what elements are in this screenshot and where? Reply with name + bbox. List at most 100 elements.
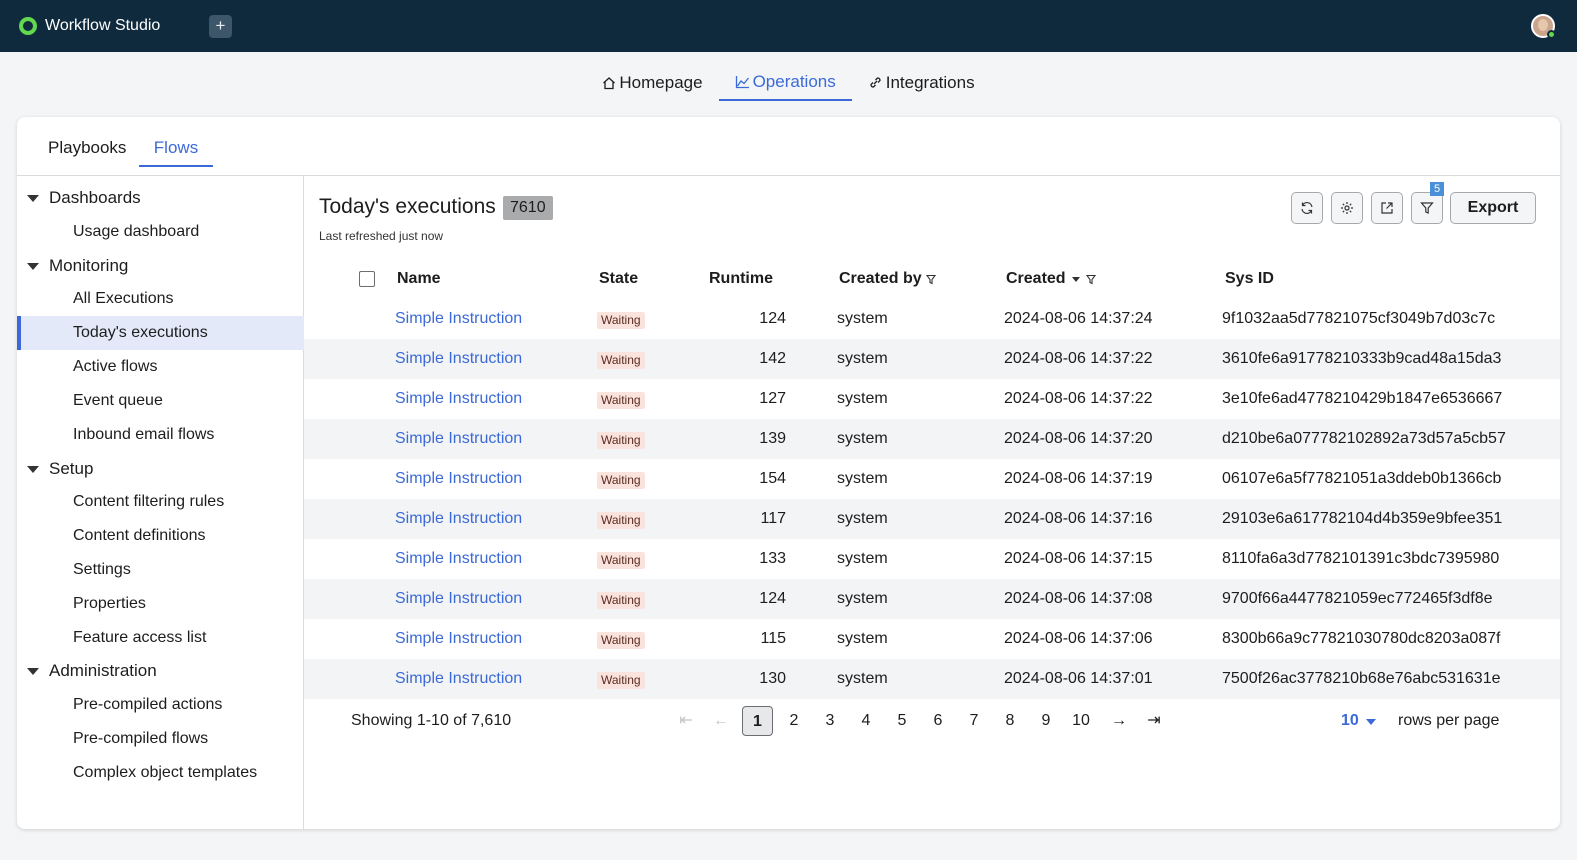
created-cell: 2024-08-06 14:37:15 [1004, 550, 1153, 567]
runtime-cell: 117 [760, 510, 786, 527]
first-page-button[interactable]: ⇤ [674, 706, 698, 736]
column-header-sys-id[interactable]: Sys ID [1225, 259, 1274, 299]
flow-name-link[interactable]: Simple Instruction [395, 579, 522, 619]
runtime-cell: 142 [759, 350, 786, 367]
sys-id-cell: d210be6a077782102892a73d57a5cb57 [1222, 430, 1506, 447]
sys-id-cell: 8110fa6a3d7782101391c3bdc7395980 [1222, 550, 1500, 567]
rows-per-page-select[interactable]: 10 [1341, 712, 1359, 730]
filter-icon[interactable] [1085, 274, 1096, 285]
flow-name-link[interactable]: Simple Instruction [395, 459, 522, 499]
filter-button[interactable] [1411, 192, 1443, 224]
online-status-icon [1547, 30, 1556, 39]
nav-operations[interactable]: Operations [718, 64, 852, 101]
sys-id-cell: 3e10fe6ad4778210429b1847e6536667 [1222, 390, 1503, 407]
filter-icon[interactable] [925, 274, 936, 285]
app-name: Workflow Studio [45, 17, 161, 34]
sidebar-item-usage-dashboard[interactable]: Usage dashboard [17, 215, 304, 249]
sidebar-item-active-flows[interactable]: Active flows [17, 350, 304, 384]
select-all-checkbox[interactable] [359, 271, 375, 287]
created-cell: 2024-08-06 14:37:24 [1004, 310, 1153, 327]
sidebar-item-content-filtering-rules[interactable]: Content filtering rules [17, 485, 304, 519]
sidebar-item-inbound-email-flows[interactable]: Inbound email flows [17, 418, 304, 452]
table-row[interactable]: Simple Instruction Waiting 117 system 2024-0… [304, 499, 1560, 539]
flow-name-link[interactable]: Simple Instruction [395, 619, 522, 659]
table-row[interactable]: Simple Instruction Waiting 133 system 2024-0… [304, 539, 1560, 579]
flow-name-link[interactable]: Simple Instruction [395, 299, 522, 339]
flow-name-link[interactable]: Simple Instruction [395, 419, 522, 459]
created-by-cell: system [837, 670, 888, 687]
sidebar-item-feature-access-list[interactable]: Feature access list [17, 621, 304, 655]
page-7-button[interactable]: 7 [962, 706, 986, 736]
last-refreshed-text: Last refreshed just now [319, 229, 444, 243]
created-by-cell: system [837, 470, 888, 487]
sidebar-group-administration[interactable]: Administration [17, 654, 304, 688]
sidebar-group-setup[interactable]: Setup [17, 452, 304, 486]
table-row[interactable]: Simple Instruction Waiting 142 system 2024-0… [304, 339, 1560, 379]
new-tab-button[interactable]: + [209, 15, 232, 38]
column-header-name[interactable]: Name [397, 259, 441, 299]
sidebar-item-event-queue[interactable]: Event queue [17, 384, 304, 418]
flow-name-link[interactable]: Simple Instruction [395, 499, 522, 539]
sidebar-item-content-definitions[interactable]: Content definitions [17, 519, 304, 553]
page-2-button[interactable]: 2 [782, 706, 806, 736]
table-row[interactable]: Simple Instruction Waiting 115 system 2024-0… [304, 619, 1560, 659]
table-row[interactable]: Simple Instruction Waiting 124 system 2024-0… [304, 299, 1560, 339]
column-header-runtime[interactable]: Runtime [709, 259, 773, 299]
sort-down-icon[interactable] [1071, 275, 1081, 283]
settings-button[interactable] [1331, 192, 1363, 224]
sidebar-group-dashboards[interactable]: Dashboards [17, 181, 304, 215]
next-page-button[interactable]: → [1107, 706, 1131, 736]
flow-name-link[interactable]: Simple Instruction [395, 539, 522, 579]
chevron-down-icon[interactable] [1366, 719, 1376, 725]
page-10-button[interactable]: 10 [1069, 706, 1093, 736]
page-9-button[interactable]: 9 [1034, 706, 1058, 736]
column-header-state[interactable]: State [599, 259, 638, 299]
table-row[interactable]: Simple Instruction Waiting 139 system 2024-0… [304, 419, 1560, 459]
tab-flows[interactable]: Flows [139, 138, 213, 167]
runtime-cell: 127 [759, 390, 786, 407]
page-1-button[interactable]: 1 [742, 706, 773, 736]
created-by-cell: system [837, 510, 888, 527]
prev-page-button[interactable]: ← [709, 706, 733, 736]
column-header-label: Runtime [709, 270, 773, 287]
tab-playbooks[interactable]: Playbooks [48, 138, 126, 167]
sidebar-item-pre-compiled-actions[interactable]: Pre-compiled actions [17, 688, 304, 722]
brand[interactable]: Workflow Studio [19, 17, 160, 35]
flow-name-link[interactable]: Simple Instruction [395, 659, 522, 699]
flow-name-link[interactable]: Simple Instruction [395, 339, 522, 379]
flow-name-link[interactable]: Simple Instruction [395, 379, 522, 419]
refresh-icon [1301, 202, 1313, 214]
page-3-button[interactable]: 3 [818, 706, 842, 736]
page-4-button[interactable]: 4 [854, 706, 878, 736]
nav-integrations-label: Integrations [885, 72, 975, 92]
avatar[interactable] [1531, 14, 1556, 39]
nav-integrations[interactable]: Integrations [852, 64, 991, 101]
column-header-created[interactable]: Created [1006, 259, 1096, 299]
sidebar-item-properties[interactable]: Properties [17, 587, 304, 621]
sidebar-item-settings[interactable]: Settings [17, 553, 304, 587]
status-badge: Waiting [597, 512, 645, 529]
column-header-label: Created [1006, 270, 1066, 287]
table-row[interactable]: Simple Instruction Waiting 124 system 2024-0… [304, 579, 1560, 619]
refresh-button[interactable] [1291, 192, 1323, 224]
sidebar-item-pre-compiled-flows[interactable]: Pre-compiled flows [17, 722, 304, 756]
sidebar-group-monitoring[interactable]: Monitoring [17, 249, 304, 283]
page-6-button[interactable]: 6 [926, 706, 950, 736]
nav-homepage[interactable]: Homepage [586, 64, 718, 101]
count-badge: 7610 [503, 196, 553, 220]
column-header-created-by[interactable]: Created by [839, 259, 936, 299]
page-5-button[interactable]: 5 [890, 706, 914, 736]
sidebar-item-complex-object-templates[interactable]: Complex object templates [17, 756, 304, 790]
sidebar-item-all-executions[interactable]: All Executions [17, 282, 304, 316]
table-row[interactable]: Simple Instruction Waiting 154 system 2024-0… [304, 459, 1560, 499]
page-8-button[interactable]: 8 [998, 706, 1022, 736]
table-row[interactable]: Simple Instruction Waiting 127 system 2024-0… [304, 379, 1560, 419]
created-cell: 2024-08-06 14:37:16 [1004, 510, 1153, 527]
sidebar-item-todays-executions[interactable]: Today's executions [17, 316, 304, 350]
table-row[interactable]: Simple Instruction Waiting 130 system 2024-0… [304, 659, 1560, 699]
share-button[interactable] [1371, 192, 1403, 224]
created-by-cell: system [837, 430, 888, 447]
export-button[interactable]: Export [1450, 192, 1536, 224]
last-page-button[interactable]: ⇥ [1142, 706, 1166, 736]
status-badge: Waiting [597, 352, 645, 369]
